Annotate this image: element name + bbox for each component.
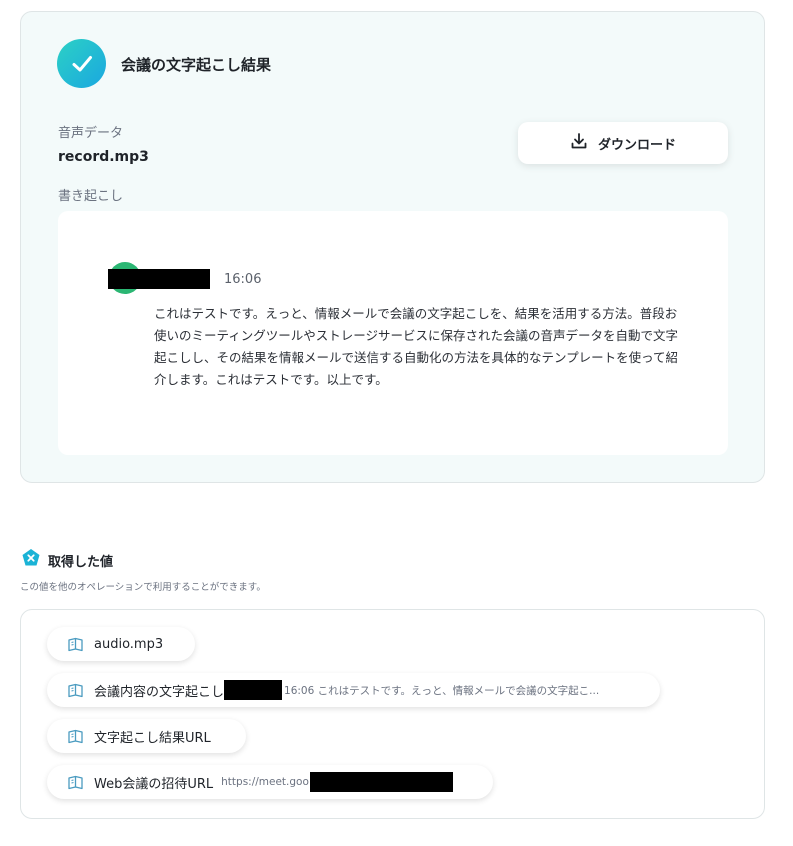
check-icon — [57, 39, 106, 88]
value-chip-meeting-url[interactable]: Web会議の招待URL https://meet.goo — [47, 765, 493, 799]
redacted-value — [224, 680, 283, 700]
value-chip-preview: 16:06 これはテストです。えっと、情報メールで会議の文字起こ... — [284, 684, 600, 697]
value-chip-label: 文字起こし結果URL — [94, 730, 211, 746]
book-icon — [67, 728, 84, 745]
value-chip-transcript[interactable]: 会議内容の文字起こし 16:06 これはテストです。えっと、情報メールで会議の文… — [47, 673, 660, 707]
value-chip-audio[interactable]: audio.mp3 — [47, 627, 195, 661]
download-label: ダウンロード — [597, 137, 676, 153]
transcription-result-card: 会議の文字起こし結果 音声データ record.mp3 書き起こし ダウンロード… — [20, 11, 765, 483]
values-card: audio.mp3 会議内容の文字起こし 16:06 これはテストです。えっと、… — [20, 609, 765, 819]
transcript-label: 書き起こし — [58, 189, 124, 204]
audio-data-label: 音声データ — [58, 126, 124, 141]
value-chip-label: 会議内容の文字起こし — [94, 684, 225, 700]
transcript-box: 16:06 これはテストです。えっと、情報メールで会議の文字起こしを、結果を活用… — [58, 211, 728, 455]
audio-file-name: record.mp3 — [58, 149, 149, 165]
result-title: 会議の文字起こし結果 — [121, 56, 272, 74]
value-chip-result-url[interactable]: 文字起こし結果URL — [47, 719, 246, 753]
redacted-value — [309, 772, 453, 792]
redacted-speaker-name — [108, 269, 210, 289]
book-icon — [67, 682, 84, 699]
section-title: 取得した値 — [48, 555, 114, 570]
transcript-timestamp: 16:06 — [224, 272, 262, 287]
download-button[interactable]: ダウンロード — [518, 122, 728, 164]
book-icon — [67, 636, 84, 653]
value-chip-label: audio.mp3 — [94, 636, 164, 652]
section-description: この値を他のオペレーションで利用することができます。 — [20, 582, 266, 593]
value-chip-preview: https://meet.goo — [221, 776, 309, 788]
variable-icon — [21, 548, 41, 568]
value-chip-label: Web会議の招待URL — [94, 776, 214, 792]
transcript-text: これはテストです。えっと、情報メールで会議の文字起こしを、結果を活用する方法。普… — [154, 306, 679, 387]
book-icon — [67, 774, 84, 791]
download-icon — [570, 132, 588, 154]
